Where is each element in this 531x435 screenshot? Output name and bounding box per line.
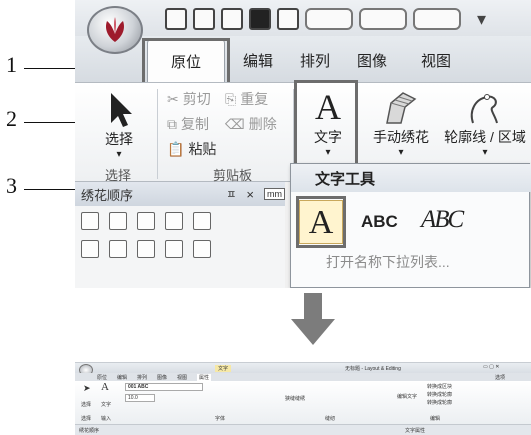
lock-icon[interactable] [165, 212, 183, 230]
result-tab-view[interactable]: 视图 [177, 374, 187, 381]
manual-stitch-icon [386, 92, 417, 124]
manual-stitch-button[interactable]: 手动绣花 ▾ [365, 89, 437, 158]
color-dropdown-icon[interactable] [305, 8, 353, 30]
result-text-properties-label: 文字属性 [405, 428, 426, 434]
redo-icon: ⎘ [225, 90, 237, 107]
paste-icon: 📋 [167, 140, 185, 157]
text-button[interactable]: A 文字 ▾ [301, 87, 355, 158]
copy-icon: ⧉ [167, 115, 177, 132]
ribbon-tab-bar: 原位 编辑 排列 图像 视图 [75, 36, 531, 82]
down-arrow-icon [291, 293, 335, 345]
result-window-controls[interactable]: ▭ ▢ ✕ [483, 364, 499, 370]
sequence-panel-header: 绣花顺序 ㅍ × mm [75, 182, 285, 206]
delete-button[interactable]: ⌫ 删除 [225, 114, 277, 134]
text-tools-title: 文字工具 [291, 164, 531, 192]
sequence-panel-title: 绣花顺序 [81, 187, 134, 203]
result-group-sewing: 缝纫 [325, 416, 336, 422]
result-edit-option-1[interactable]: 转换成区块 [427, 383, 452, 390]
result-ribbon: ➤ 选择 A 文字 001 ABC 10.0 狭缝缝绣 编辑文字 转换成区块 转… [75, 381, 531, 425]
result-size-field[interactable]: 10.0 [125, 394, 155, 402]
result-tab-properties[interactable]: 属性 [197, 374, 212, 381]
move-forward-icon[interactable] [137, 212, 155, 230]
decorative-monogram-item[interactable]: ABC [421, 206, 464, 234]
callout-number-3: 3 [6, 173, 17, 198]
tab-image[interactable]: 图像 [357, 50, 387, 71]
monogram-tool-item[interactable]: ABC [361, 212, 398, 232]
result-edit-option-3[interactable]: 转换成轮廓 [427, 399, 452, 406]
result-text-label: 文字 [101, 402, 112, 408]
result-screenshot: 文字 无标题 - Layout & Editing ▭ ▢ ✕ 原位 编辑 排列… [75, 362, 531, 435]
sequence-panel-toolbar [75, 206, 285, 288]
result-group-font: 字体 [215, 416, 226, 422]
result-sequence-label: 绣花顺序 [79, 428, 100, 434]
tab-arrange[interactable]: 排列 [300, 50, 330, 71]
frame-icon[interactable] [193, 212, 211, 230]
quick-access-icons: ▾ [165, 8, 486, 30]
combine-icon[interactable] [109, 240, 127, 258]
pin-icon[interactable]: ㅍ [226, 186, 236, 202]
result-tab-edit[interactable]: 编辑 [117, 374, 127, 381]
result-select-label: 选择 [81, 402, 92, 408]
callout-number-2: 2 [6, 106, 17, 131]
select-button[interactable]: 选择 ▾ [89, 89, 149, 160]
result-stitch-type[interactable]: 狭缝缝绣 [285, 395, 305, 402]
arrow-cursor-icon [111, 93, 132, 127]
result-tab-home[interactable]: 原位 [97, 374, 107, 381]
result-window-title: 无标题 - Layout & Editing [345, 366, 401, 372]
paste-button[interactable]: 📋 粘贴 [167, 139, 216, 159]
text-a-icon: A [315, 87, 341, 127]
new-file-icon[interactable] [165, 8, 187, 30]
redo-button[interactable]: ⎘ 重复 [225, 89, 268, 109]
outline-area-button[interactable]: 轮廓线 / 区域 ▾ [439, 89, 531, 158]
save-icon[interactable] [249, 8, 271, 30]
result-status-row: 绣花顺序 文字属性 [75, 425, 531, 435]
callout-number-1: 1 [6, 52, 17, 77]
copy-button[interactable]: ⧉ 复制 [167, 114, 209, 134]
result-context-tab[interactable]: 文字 [215, 365, 232, 372]
pointer-tool-icon[interactable] [193, 240, 211, 258]
result-tab-bar: 原位 编辑 排列 图像 视图 属性 选项 [75, 373, 531, 381]
new-doc-icon[interactable] [193, 8, 215, 30]
cut-button[interactable]: ✂ 剪切 [167, 89, 211, 109]
delete-icon: ⌫ [225, 115, 245, 132]
result-group-select: 选择 [81, 416, 92, 422]
open-name-list-link[interactable]: 打开名称下拉列表... [326, 252, 450, 272]
customize-toolbar-icon[interactable]: ▾ [477, 9, 486, 30]
application-menu-button[interactable] [87, 6, 143, 54]
flower-logo-icon [105, 17, 125, 42]
result-tab-arrange[interactable]: 排列 [137, 374, 147, 381]
tab-edit[interactable]: 编辑 [243, 50, 273, 71]
result-tab-image[interactable]: 图像 [157, 374, 167, 381]
result-options[interactable]: 选项 [495, 374, 505, 381]
tab-home[interactable]: 原位 [147, 39, 225, 82]
mm-unit-badge: mm [264, 188, 285, 200]
fit-view-icon[interactable] [81, 212, 99, 230]
preview-icon[interactable] [277, 8, 299, 30]
quick-access-toolbar: ▾ [75, 0, 531, 36]
zoomed-screenshot: ▾ 原位 编辑 排列 图像 视图 选择 ▾ ✂ 剪切 ⎘ 重复 ⧉ 复制 ⌫ 删… [75, 0, 531, 288]
split-icon[interactable] [137, 240, 155, 258]
text-tool-item[interactable]: A [299, 200, 343, 244]
scissors-tool-icon[interactable] [165, 240, 183, 258]
tab-view[interactable]: 视图 [421, 50, 451, 71]
result-edit-option-2[interactable]: 转换成轮廓 [427, 391, 452, 398]
text-tools-dropdown: 文字工具 A ABC ABC 打开名称下拉列表... [290, 163, 531, 288]
result-text-icon[interactable]: A [101, 381, 109, 393]
result-edit-text-button[interactable]: 编辑文字 [397, 393, 417, 400]
group-icon[interactable] [81, 240, 99, 258]
close-icon[interactable]: × [246, 187, 254, 202]
undo-redo-icon[interactable] [413, 8, 461, 30]
open-icon[interactable] [221, 8, 243, 30]
move-first-icon[interactable] [109, 212, 127, 230]
result-font-field[interactable]: 001 ABC [125, 383, 203, 391]
result-group-input: 输入 [101, 416, 112, 422]
result-title-bar: 文字 无标题 - Layout & Editing ▭ ▢ ✕ [75, 363, 531, 376]
result-group-edit: 编辑 [430, 416, 441, 422]
outline-area-icon [470, 94, 498, 124]
scissors-icon: ✂ [167, 90, 179, 107]
result-select-icon[interactable]: ➤ [83, 383, 91, 394]
design-dropdown-icon[interactable] [359, 8, 407, 30]
